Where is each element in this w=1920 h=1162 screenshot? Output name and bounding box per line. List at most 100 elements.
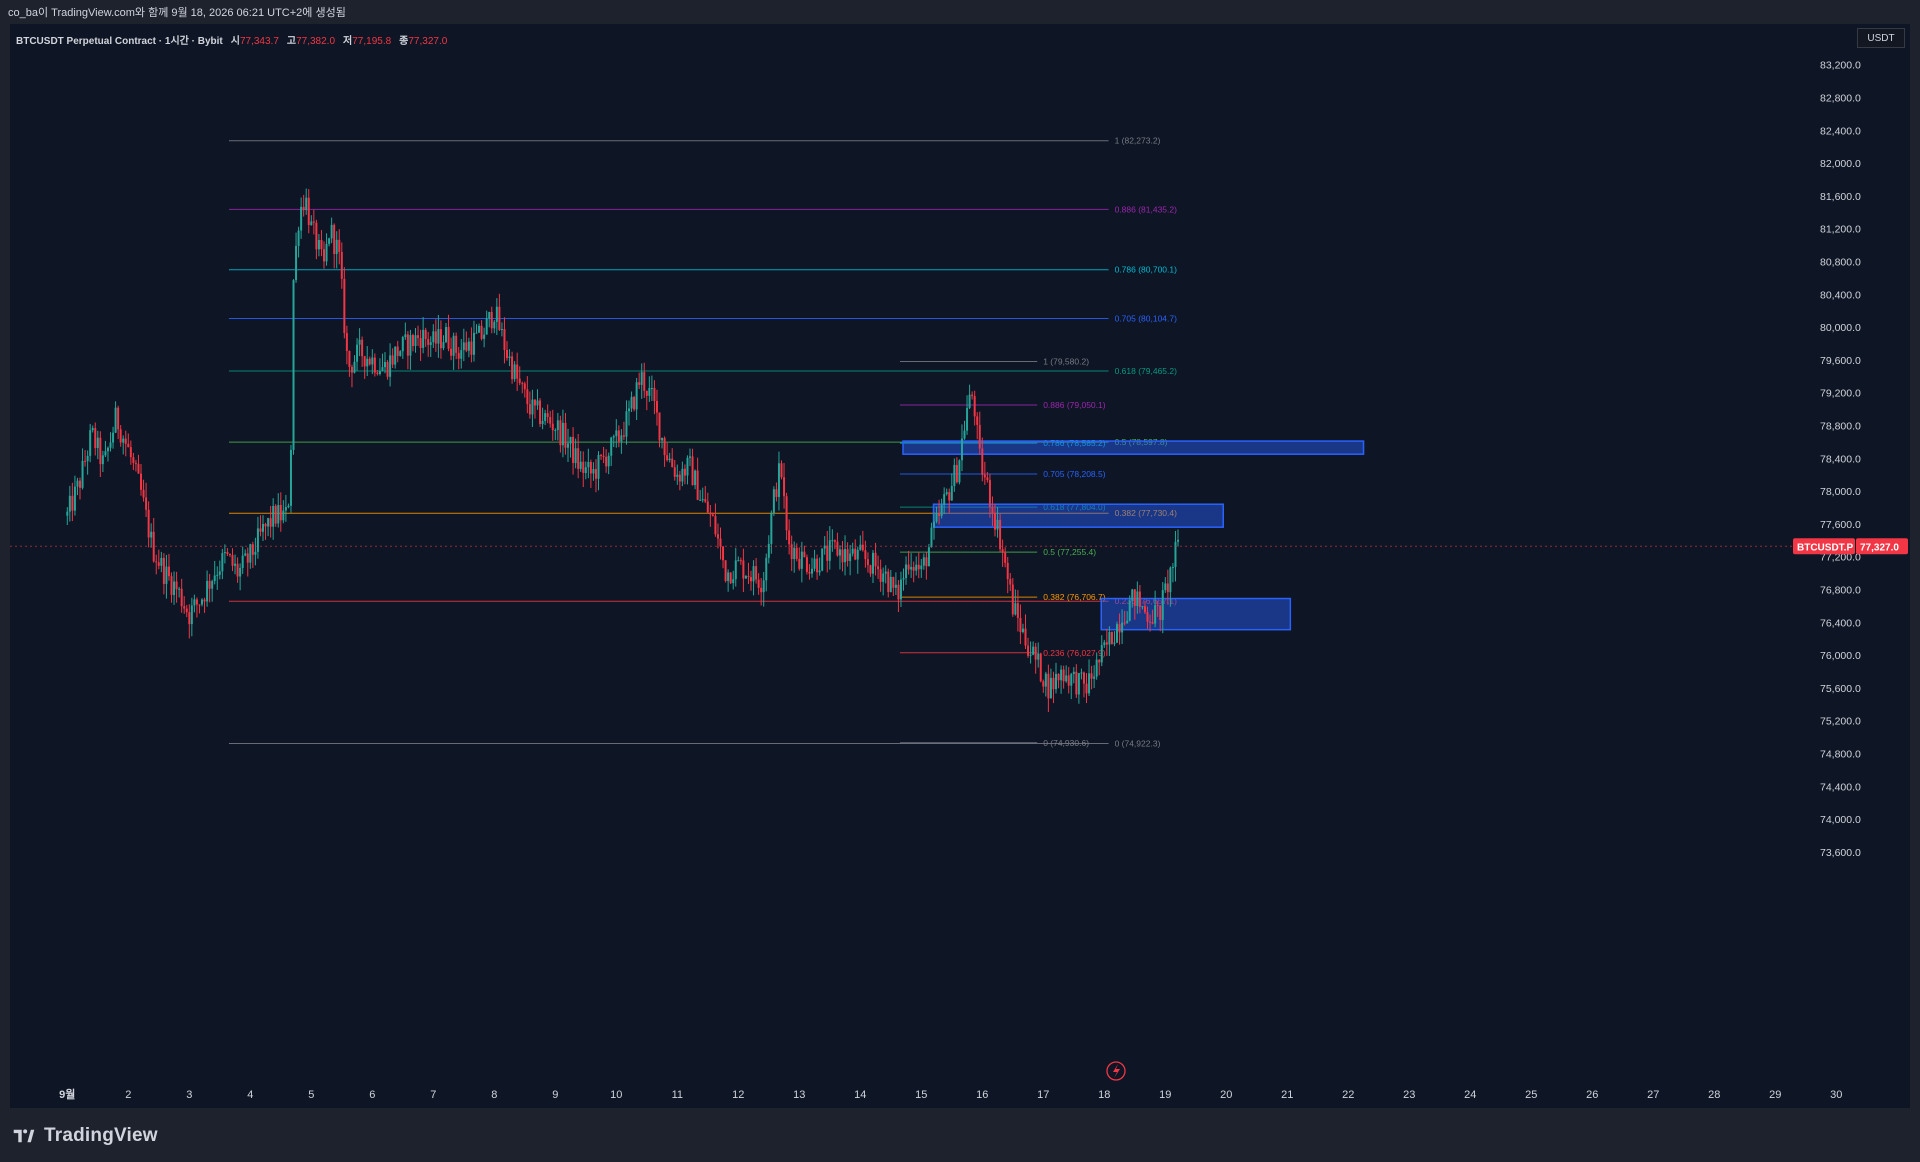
candle-body <box>503 328 506 350</box>
candle-body <box>193 599 196 606</box>
candle-body <box>1126 620 1129 624</box>
candle-body <box>203 599 206 602</box>
candle-body <box>404 334 407 338</box>
fib-label: 0.705 (80,104.7) <box>1115 314 1178 324</box>
candle-body <box>607 455 610 467</box>
zone-box <box>902 440 1365 455</box>
candle-body <box>1065 675 1068 682</box>
candle-body <box>907 564 910 570</box>
candle-body <box>368 358 371 365</box>
candle-body <box>162 557 165 584</box>
candle-body <box>938 513 941 516</box>
candle-body <box>917 564 920 570</box>
candle-body <box>889 576 892 593</box>
candle-body <box>958 460 961 483</box>
candle-body <box>628 408 631 412</box>
candle-body <box>722 546 725 561</box>
candle-body <box>89 430 92 456</box>
candle-body <box>254 551 257 555</box>
candle-body <box>475 332 478 334</box>
candle-body <box>434 331 437 344</box>
candle-body <box>747 576 750 578</box>
candle-body <box>915 564 918 571</box>
candle-body <box>683 468 686 476</box>
candle-body <box>869 565 872 574</box>
candle-body <box>1016 603 1019 618</box>
candle-body <box>165 566 168 584</box>
candle-body <box>1116 624 1119 643</box>
price-chart[interactable]: 1 (82,273.2) 0.886 (81,435.2) 0.786 (80,70… <box>10 24 1910 1108</box>
candle-body <box>91 428 94 431</box>
candle-body <box>955 464 958 483</box>
candle-body <box>1164 583 1167 591</box>
candle-body <box>442 342 445 349</box>
candle-body <box>856 549 859 560</box>
candle-body <box>734 560 737 580</box>
candle-body <box>757 579 760 588</box>
candle-body <box>76 480 79 487</box>
candle-body <box>396 346 399 356</box>
candle-body <box>1004 552 1007 563</box>
candle-body <box>264 523 267 527</box>
candle-body <box>251 544 254 555</box>
candle-body <box>574 448 577 464</box>
symbol-title[interactable]: BTCUSDT Perpetual Contract · 1시간 · Bybit <box>16 32 223 47</box>
x-tick-label: 13 <box>793 1089 805 1101</box>
x-tick-label: 10 <box>610 1089 622 1101</box>
candle-body <box>373 357 376 373</box>
candle-body <box>691 456 694 486</box>
fib-label: 0.786 (80,700.1) <box>1115 265 1178 275</box>
candle-body <box>241 555 244 568</box>
candle-body <box>277 504 280 524</box>
candle-body <box>765 557 768 581</box>
x-tick-label: 29 <box>1769 1089 1781 1101</box>
candle-body <box>516 364 519 379</box>
candle-body <box>155 561 158 563</box>
candle-body <box>826 545 829 561</box>
candle-body <box>737 560 740 562</box>
y-tick-label: 80,400.0 <box>1820 289 1861 301</box>
candle-body <box>976 416 979 425</box>
candle-body <box>249 544 252 563</box>
chart-pane[interactable]: 1 (82,273.2) 0.886 (81,435.2) 0.786 (80,70… <box>10 24 1910 1108</box>
candle-body <box>777 463 780 497</box>
candle-body <box>986 477 989 481</box>
candle-body <box>99 437 102 465</box>
candle-body <box>1055 673 1058 690</box>
candle-body <box>467 341 470 351</box>
candle-body <box>859 544 862 550</box>
candle-body <box>84 460 87 462</box>
x-tick-label: 11 <box>672 1089 683 1101</box>
x-tick-label: 6 <box>369 1089 375 1101</box>
x-tick-label: 23 <box>1403 1089 1415 1101</box>
candle-body <box>498 306 501 330</box>
candle-body <box>406 334 409 356</box>
candle-body <box>381 367 384 371</box>
candle-body <box>422 329 425 348</box>
candle-body <box>1138 591 1141 607</box>
candle-body <box>246 553 249 563</box>
candle-body <box>1067 675 1070 686</box>
candle-body <box>882 573 885 582</box>
x-tick-label: 22 <box>1342 1089 1354 1101</box>
candle-body <box>1006 562 1009 580</box>
candle-body <box>816 558 819 573</box>
candle-body <box>490 312 493 329</box>
candle-body <box>1057 673 1060 681</box>
currency-selector[interactable]: USDT <box>1857 28 1905 48</box>
candle-body <box>701 499 704 501</box>
candle-body <box>495 306 498 322</box>
candle-body <box>800 551 803 569</box>
tradingview-logo[interactable]: TradingView <box>10 1125 158 1147</box>
candle-body <box>1052 677 1055 690</box>
candle-body <box>216 574 219 576</box>
candle-body <box>899 579 902 600</box>
y-tick-label: 79,200.0 <box>1820 388 1861 400</box>
candle-body <box>1080 672 1083 674</box>
candle-body <box>513 364 516 380</box>
x-tick-label: 9 <box>552 1089 558 1101</box>
candle-body <box>1047 673 1050 699</box>
candle-body <box>394 346 397 365</box>
candle-body <box>622 435 625 437</box>
candle-body <box>101 455 104 465</box>
